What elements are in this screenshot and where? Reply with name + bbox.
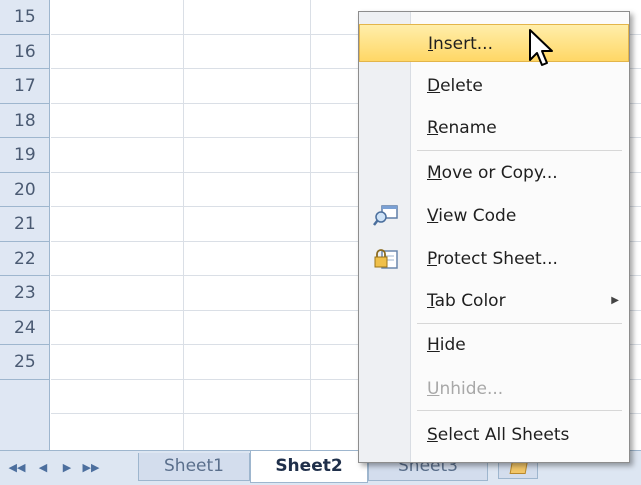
- menu-item-rename[interactable]: Rename: [359, 109, 629, 147]
- first-sheet-nav-button[interactable]: ◀◀: [8, 459, 26, 477]
- menu-item-view-code[interactable]: View Code: [359, 197, 629, 235]
- sheet-tab-context-menu: Insert... Delete Rename Move or Copy... …: [358, 11, 630, 463]
- menu-item-hide[interactable]: Hide: [359, 326, 629, 364]
- menu-item-move-or-copy[interactable]: Move or Copy...: [359, 154, 629, 192]
- row-header-20[interactable]: 20: [0, 173, 50, 207]
- menu-item-delete[interactable]: Delete: [359, 67, 629, 105]
- view-code-icon: [373, 205, 398, 226]
- row-headers: 15 16 17 18 19 20 21 22 23 24 25: [0, 0, 50, 450]
- column-divider: [183, 0, 184, 450]
- mouse-pointer-icon: [529, 29, 553, 66]
- menu-separator: [417, 323, 622, 324]
- row-header-22[interactable]: 22: [0, 242, 50, 276]
- row-header-19[interactable]: 19: [0, 138, 50, 173]
- next-sheet-nav-button[interactable]: ▶: [58, 459, 76, 477]
- tab-sheet2[interactable]: Sheet2: [250, 451, 368, 483]
- row-header-24[interactable]: 24: [0, 311, 50, 345]
- column-divider: [310, 0, 311, 450]
- menu-item-unhide: Unhide...: [427, 379, 504, 399]
- tab-sheet1[interactable]: Sheet1: [138, 453, 250, 481]
- row-header-21[interactable]: 21: [0, 207, 50, 242]
- row-header-18[interactable]: 18: [0, 104, 50, 138]
- row-header-23[interactable]: 23: [0, 276, 50, 311]
- submenu-arrow-icon: ▶: [611, 295, 619, 306]
- last-sheet-nav-button[interactable]: ▶▶: [82, 459, 100, 477]
- menu-item-protect-sheet[interactable]: Protect Sheet...: [359, 240, 629, 278]
- menu-item-select-all-sheets[interactable]: Select All Sheets: [359, 416, 629, 454]
- row-header-15[interactable]: 15: [0, 0, 50, 35]
- row-header-16[interactable]: 16: [0, 35, 50, 69]
- row-header-25[interactable]: 25: [0, 345, 50, 380]
- menu-item-insert[interactable]: Insert...: [359, 24, 629, 62]
- menu-separator: [417, 150, 622, 151]
- menu-item-tab-color[interactable]: Tab Color ▶: [359, 282, 629, 320]
- menu-separator: [417, 410, 622, 411]
- row-header-17[interactable]: 17: [0, 69, 50, 104]
- protect-sheet-icon: [374, 249, 398, 269]
- previous-sheet-nav-button[interactable]: ◀: [34, 459, 52, 477]
